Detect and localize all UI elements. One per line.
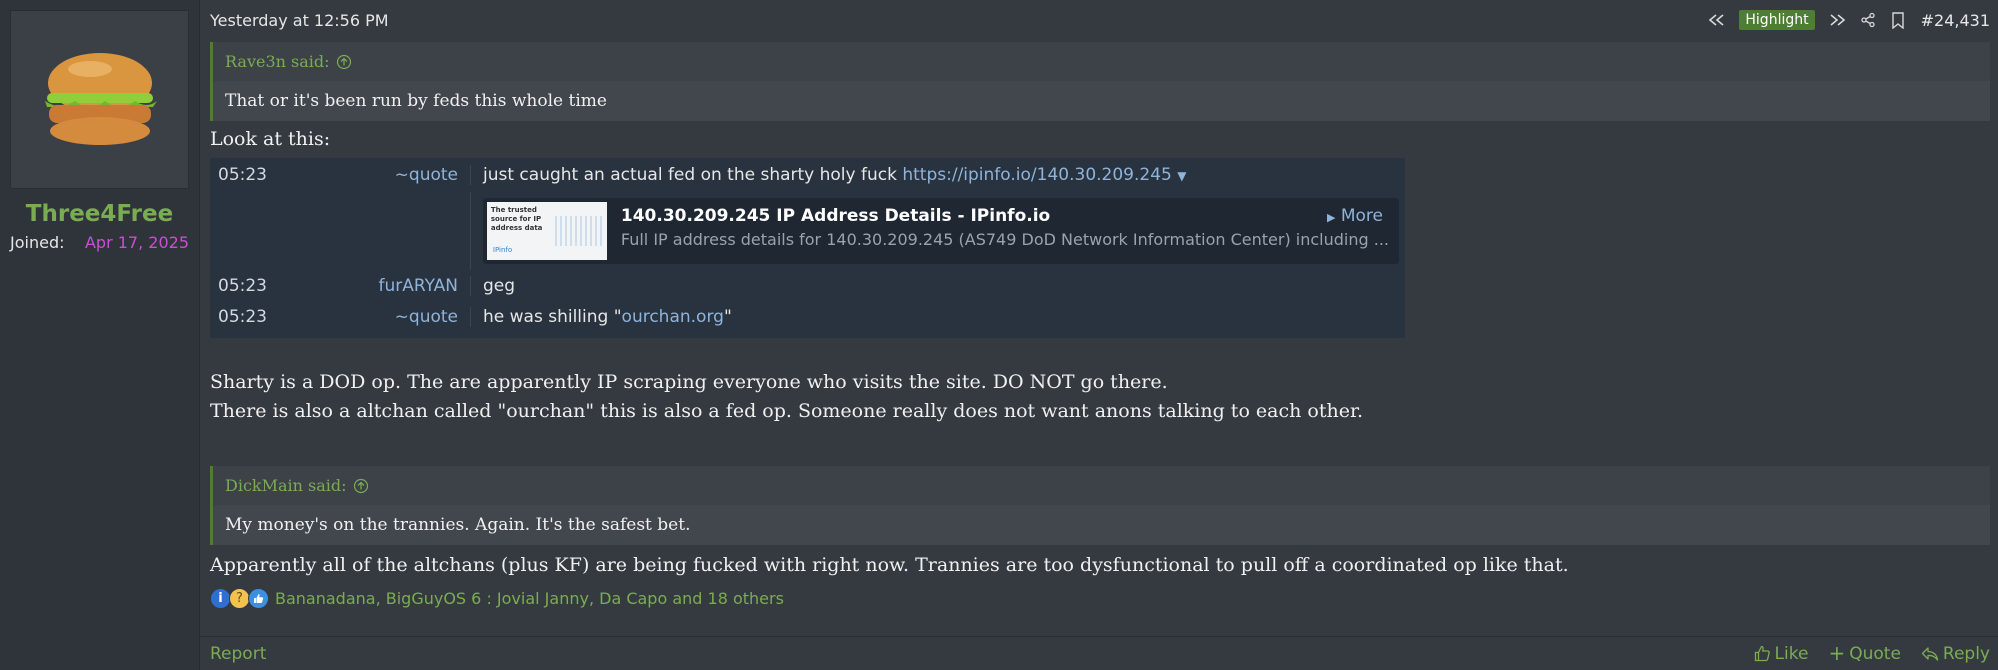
preview-text: 140.30.209.245 IP Address Details - IPin… — [611, 198, 1399, 264]
chat-message-text: he was shilling " — [483, 306, 622, 327]
preview-description: Full IP address details for 140.30.209.2… — [620, 230, 1389, 249]
reply-arrow-icon — [1921, 646, 1939, 661]
chat-nick: ~quote — [288, 306, 471, 327]
chat-nick: ~quote — [288, 165, 471, 185]
chat-time: 05:23 — [218, 165, 267, 185]
quote-block: Rave3n said: That or it's been run by fe… — [210, 42, 1990, 121]
post-date[interactable]: Yesterday at 12:56 PM — [210, 11, 389, 30]
chat-message-text: " — [723, 306, 732, 327]
chat-row-preview: The trusted source for IP address data I… — [210, 192, 1405, 270]
post-paragraph: There is also a altchan called "ourchan"… — [210, 400, 1363, 422]
jump-to-quote-icon[interactable] — [336, 54, 352, 70]
share-icon[interactable] — [1853, 8, 1883, 32]
post-footer: Report Like + Quote Reply — [200, 636, 1998, 670]
quote-text: That or it's been run by feds this whole… — [213, 81, 1990, 121]
preview-more-label: More — [1340, 206, 1383, 226]
burger-avatar-icon — [44, 52, 157, 145]
next-highlight-icon[interactable] — [1823, 8, 1853, 32]
highlight-badge[interactable]: Highlight — [1739, 10, 1815, 30]
username[interactable]: Three4Free — [10, 201, 189, 227]
thumbs-up-reaction-icon — [248, 587, 269, 609]
quote-text: My money's on the trannies. Again. It's … — [213, 505, 1990, 545]
user-info-panel: Three4Free Joined: Apr 17, 2025 — [0, 0, 200, 670]
chat-message: geg — [483, 275, 516, 296]
thumb-text: The trusted source for IP address data — [490, 206, 543, 232]
quote-author[interactable]: Rave3n said: — [225, 52, 330, 71]
post-tools: Highlight #24,431 — [1701, 8, 1990, 32]
chat-message: just caught an actual fed on the sharty … — [471, 165, 1405, 185]
chat-row: 05:23 ~quote he was shilling "ourchan.or… — [210, 301, 1405, 338]
chat-time: 05:23 — [218, 306, 267, 327]
chat-message: he was shilling "ourchan.org" — [471, 307, 1405, 327]
quote-block: DickMain said: My money's on the trannie… — [210, 466, 1990, 545]
chat-row: 05:23 furARYAN geg — [210, 270, 1405, 301]
quote-button[interactable]: + Quote — [1828, 641, 1901, 665]
bookmark-icon[interactable] — [1883, 8, 1913, 32]
dropdown-arrow-icon: ▼ — [1177, 169, 1187, 183]
report-link[interactable]: Report — [210, 644, 266, 664]
reply-button[interactable]: Reply — [1921, 644, 1990, 664]
chat-link: ourchan.org — [621, 306, 724, 327]
joined-info: Joined: Apr 17, 2025 — [10, 233, 189, 252]
quote-attribution[interactable]: DickMain said: — [213, 466, 1990, 505]
chat-nick-empty — [288, 192, 471, 270]
joined-date: Apr 17, 2025 — [84, 233, 189, 252]
quote-author[interactable]: DickMain said: — [225, 476, 347, 495]
chat-link: https://ipinfo.io/140.30.209.245 — [902, 165, 1172, 185]
post-paragraph: Sharty is a DOD op. The are apparently I… — [210, 371, 1168, 393]
post-text: Look at this: — [210, 128, 331, 150]
informative-reaction-icon: i — [210, 587, 231, 609]
thinking-reaction-icon: ? — [229, 587, 250, 609]
avatar[interactable] — [10, 10, 189, 189]
chat-time: 05:23 — [218, 275, 267, 296]
preview-title: 140.30.209.245 IP Address Details - IPin… — [620, 206, 1051, 226]
reactions-list[interactable]: Bananadana, BigGuyOS 6 : Jovial Janny, D… — [275, 589, 784, 608]
like-button[interactable]: Like — [1754, 643, 1809, 664]
post-actions: Like + Quote Reply — [1754, 641, 1990, 665]
link-preview: The trusted source for IP address data I… — [482, 198, 1399, 264]
link-preview-wrap: The trusted source for IP address data I… — [471, 192, 1405, 270]
triangle-right-icon: ▶ — [1326, 211, 1336, 224]
chat-time-empty — [210, 192, 288, 270]
preview-more: ▶ More — [1327, 206, 1383, 226]
post-content: Yesterday at 12:56 PM Highlight #24,431 — [200, 0, 1998, 670]
thumb-graphic — [554, 216, 603, 246]
jump-to-quote-icon[interactable] — [353, 478, 369, 494]
quote-label: Quote — [1849, 643, 1901, 664]
forum-post: Three4Free Joined: Apr 17, 2025 Yesterda… — [0, 0, 1998, 670]
thumbs-up-icon — [1754, 645, 1770, 662]
chat-screenshot: 05:23 ~quote just caught an actual fed o… — [210, 158, 1405, 338]
quote-attribution[interactable]: Rave3n said: — [213, 42, 1990, 81]
preview-thumbnail: The trusted source for IP address data I… — [486, 202, 607, 260]
post-number[interactable]: #24,431 — [1921, 11, 1990, 30]
chat-message-text: just caught an actual fed on the sharty … — [483, 165, 903, 185]
like-label: Like — [1774, 643, 1809, 664]
reactions-bar[interactable]: i ? Bananadana, BigGuyOS 6 : Jovial Jann… — [210, 584, 1990, 612]
plus-icon: + — [1828, 641, 1846, 665]
post-paragraph: Apparently all of the altchans (plus KF)… — [210, 554, 1569, 576]
chat-row: 05:23 ~quote just caught an actual fed o… — [210, 158, 1405, 192]
joined-label: Joined: — [10, 233, 65, 252]
chat-nick: furARYAN — [288, 275, 471, 296]
post-header: Yesterday at 12:56 PM Highlight #24,431 — [210, 0, 1990, 40]
reply-label: Reply — [1942, 643, 1990, 664]
thumb-brand: IPinfo — [492, 246, 513, 254]
previous-highlight-icon[interactable] — [1701, 8, 1731, 32]
